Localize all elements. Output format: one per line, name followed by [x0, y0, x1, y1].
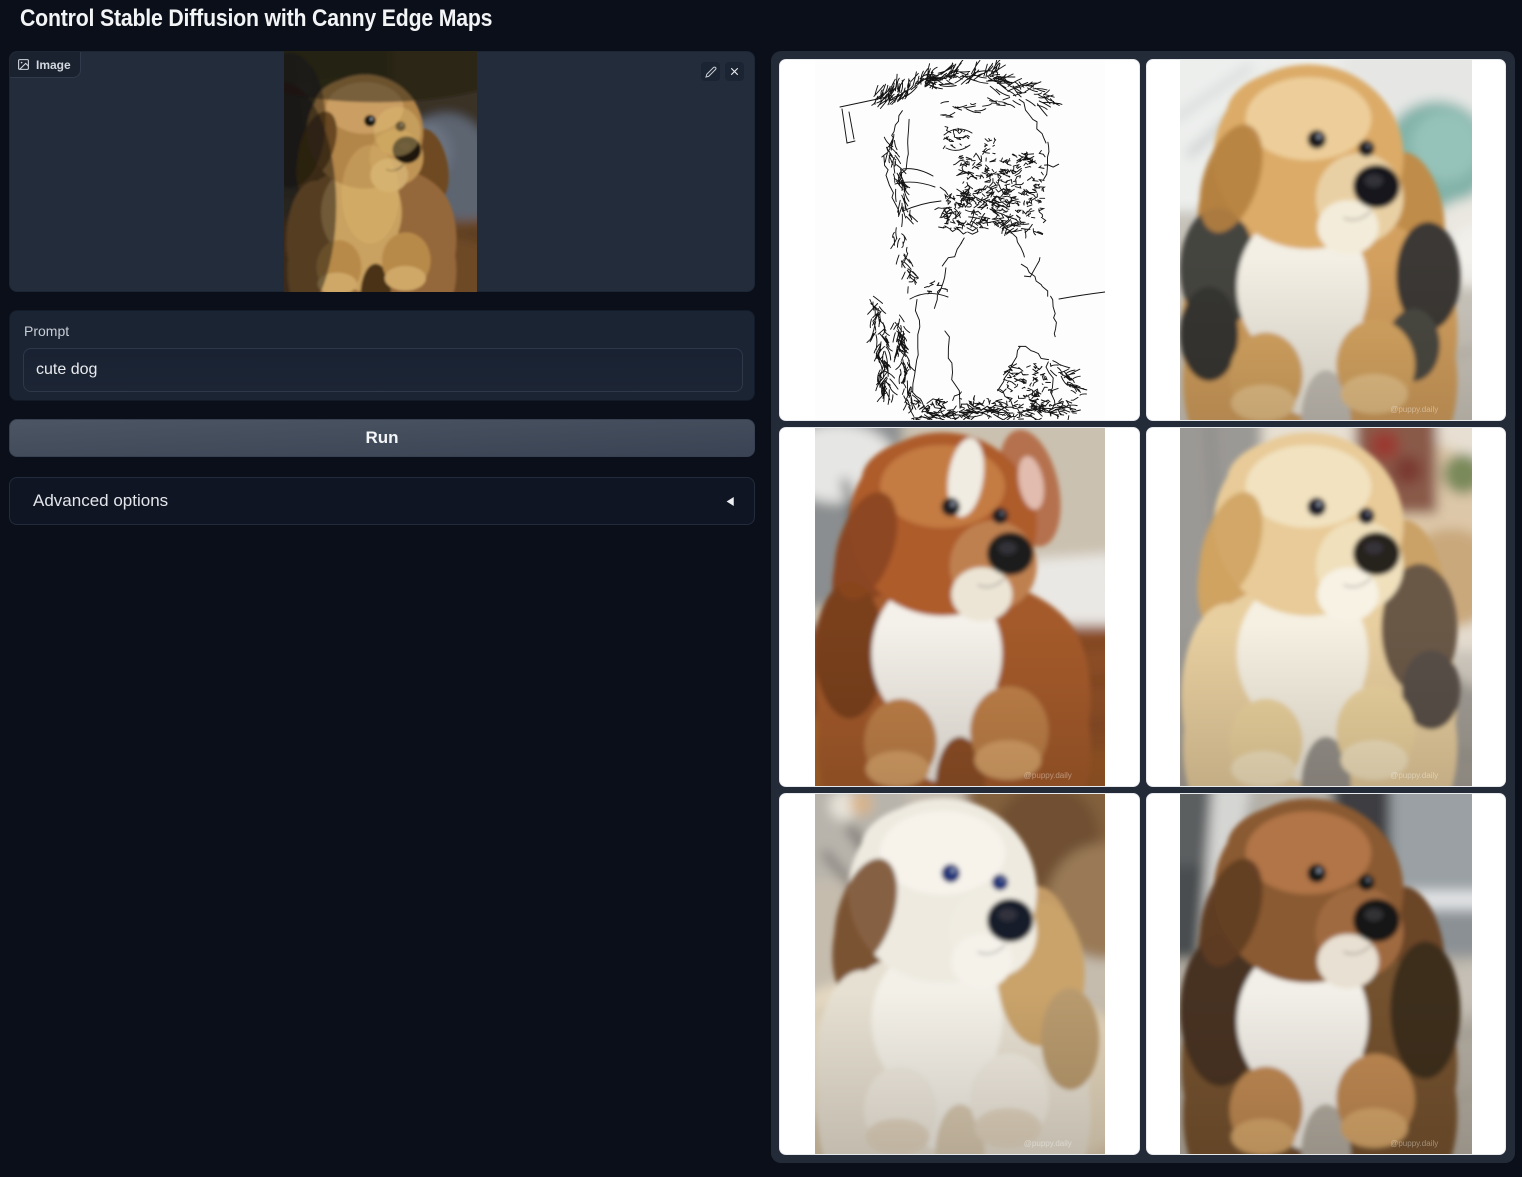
svg-text:@puppy.daily: @puppy.daily	[1390, 1139, 1438, 1148]
svg-text:@puppy.daily: @puppy.daily	[1023, 1139, 1071, 1148]
svg-text:@puppy.daily: @puppy.daily	[1390, 771, 1438, 780]
svg-text:@puppy.daily: @puppy.daily	[1023, 771, 1071, 780]
svg-text:@puppy.daily: @puppy.daily	[1390, 405, 1438, 414]
